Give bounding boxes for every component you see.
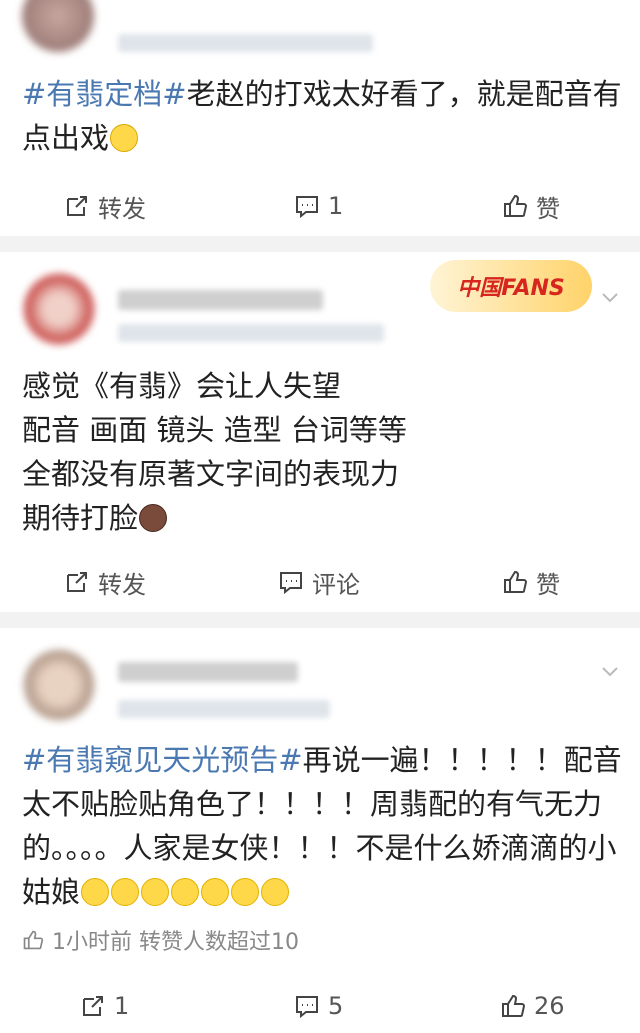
comment-button[interactable]: 评论 bbox=[278, 552, 360, 612]
repost-icon bbox=[67, 196, 87, 216]
chevron-down-icon[interactable] bbox=[600, 288, 620, 308]
post-meta: 1小时前 转赞人数超过10 bbox=[22, 920, 299, 960]
crying-face-icon bbox=[110, 124, 139, 152]
smile-emoji-icon bbox=[111, 878, 140, 906]
repost-button[interactable]: 1 bbox=[80, 976, 129, 1033]
post-time-blurred bbox=[118, 324, 384, 342]
smile-emoji-icon bbox=[231, 878, 260, 906]
comment-button[interactable]: 1 bbox=[294, 176, 343, 236]
thumbs-up-icon bbox=[502, 994, 526, 1017]
post-time-blurred bbox=[118, 700, 330, 718]
repost-icon bbox=[67, 572, 87, 592]
post-line: 配音 画面 镜头 造型 台词等等 bbox=[22, 413, 407, 447]
topic-link[interactable]: #有翡窥见天光预告# bbox=[22, 743, 303, 777]
post-line: 期待打脸 bbox=[22, 496, 622, 540]
avatar[interactable] bbox=[24, 650, 94, 720]
repost-button[interactable]: 转发 bbox=[64, 552, 146, 612]
post-text: #有翡窥见天光预告#再说一遍！！！！！配音太不贴脸贴角色了！！！！周翡配的有气无… bbox=[22, 738, 622, 914]
smile-emoji-icon bbox=[171, 878, 200, 906]
comment-icon bbox=[280, 572, 302, 595]
post-line: 全都没有原著文字间的表现力 bbox=[22, 457, 400, 491]
username-blurred[interactable] bbox=[118, 34, 373, 52]
post-actions: 转发 评论 赞 bbox=[0, 552, 640, 612]
comment-button[interactable]: 5 bbox=[294, 976, 343, 1033]
smile-emoji-icon bbox=[81, 878, 110, 906]
post-actions: 转发 1 赞 bbox=[0, 176, 640, 236]
post-card-3: #有翡窥见天光预告#再说一遍！！！！！配音太不贴脸贴角色了！！！！周翡配的有气无… bbox=[0, 628, 640, 1033]
like-button[interactable]: 赞 bbox=[502, 176, 560, 236]
post-text: #有翡定档#老赵的打戏太好看了，就是配音有点出戏 bbox=[22, 72, 622, 160]
smile-emoji-icon bbox=[261, 878, 290, 906]
repost-button[interactable]: 转发 bbox=[64, 176, 146, 236]
like-button[interactable]: 赞 bbox=[502, 552, 560, 612]
like-button[interactable]: 26 bbox=[500, 976, 565, 1033]
username-blurred[interactable] bbox=[118, 662, 298, 682]
repost-icon bbox=[83, 996, 103, 1016]
smile-emoji-icon bbox=[141, 878, 170, 906]
post-actions: 1 5 26 bbox=[0, 976, 640, 1033]
chevron-down-icon[interactable] bbox=[600, 662, 620, 682]
avatar[interactable] bbox=[24, 274, 94, 344]
avatar[interactable] bbox=[22, 0, 94, 52]
smile-emoji-icon bbox=[201, 878, 230, 906]
thumbs-up-icon bbox=[504, 570, 528, 593]
post-card-1: #有翡定档#老赵的打戏太好看了，就是配音有点出戏 转发 1 赞 bbox=[0, 0, 640, 236]
comment-icon bbox=[296, 996, 318, 1019]
china-fans-badge[interactable]: 中国FANS bbox=[430, 260, 592, 312]
post-line: 感觉《有翡》会让人失望 bbox=[22, 369, 342, 403]
face-emoji-icon bbox=[139, 504, 168, 532]
thumbs-up-icon bbox=[504, 194, 528, 217]
topic-link[interactable]: #有翡定档# bbox=[22, 77, 187, 111]
post-text: 感觉《有翡》会让人失望 配音 画面 镜头 造型 台词等等 全都没有原著文字间的表… bbox=[22, 364, 622, 540]
username-blurred[interactable] bbox=[118, 290, 323, 310]
post-card-2: 中国FANS 感觉《有翡》会让人失望 配音 画面 镜头 造型 台词等等 全都没有… bbox=[0, 252, 640, 612]
thumbs-up-icon bbox=[23, 930, 44, 950]
comment-icon bbox=[296, 196, 318, 219]
